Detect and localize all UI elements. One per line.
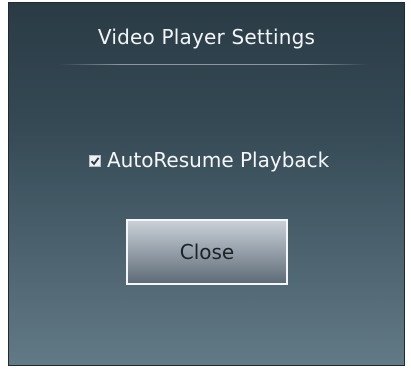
close-button[interactable]: Close — [126, 219, 288, 285]
video-player-settings-dialog: Video Player Settings AutoResume Playbac… — [8, 2, 405, 366]
autoresume-checkbox[interactable] — [89, 155, 101, 167]
close-button-label: Close — [179, 240, 235, 264]
autoresume-option[interactable]: AutoResume Playback — [89, 147, 329, 173]
title-divider — [59, 64, 369, 65]
autoresume-label: AutoResume Playback — [107, 148, 330, 172]
checkmark-icon — [90, 157, 100, 166]
dialog-title: Video Player Settings — [97, 25, 316, 49]
